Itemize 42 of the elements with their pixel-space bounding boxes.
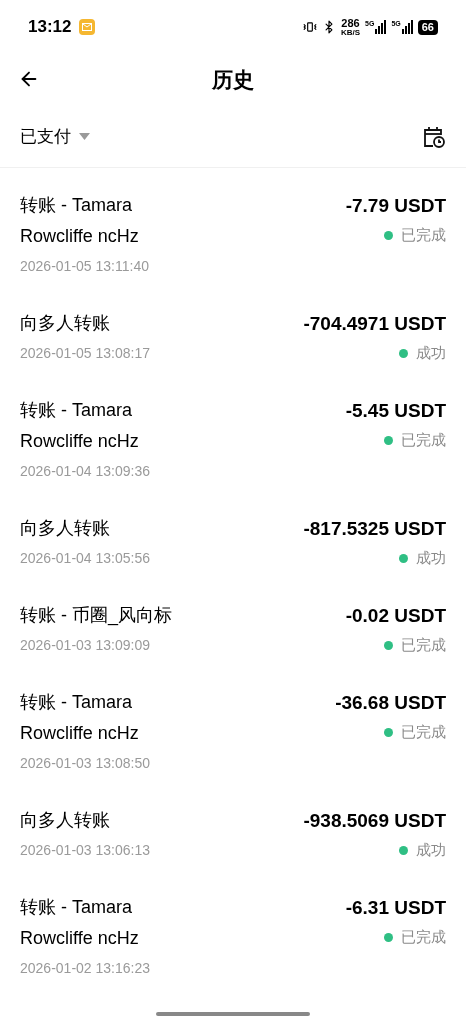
transaction-date: 2026-01-02 13:16:23 <box>20 959 151 978</box>
transaction-amount: -6.31 USDT <box>345 896 446 920</box>
transaction-title: 向多人转账 <box>20 809 111 832</box>
transaction-amount: -36.68 USDT <box>335 691 446 715</box>
transaction-amount: -817.5325 USDT <box>303 517 446 541</box>
transaction-amount: -938.5069 USDT <box>303 809 446 833</box>
filter-dropdown[interactable]: 已支付 <box>20 123 90 150</box>
transaction-status: 已完成 <box>401 430 446 450</box>
mail-icon <box>79 19 96 35</box>
transaction-title: 向多人转账 <box>20 312 111 335</box>
transaction-status: 成功 <box>416 548 446 568</box>
vibrate-icon <box>302 20 317 34</box>
transaction-title: 转账 - Tamara Rowcliffe ncHz <box>20 691 140 745</box>
transaction-date: 2026-01-03 13:06:13 <box>20 841 151 860</box>
transaction-status: 成功 <box>416 840 446 860</box>
transaction-title: 转账 - Tamara Rowcliffe ncHz <box>20 399 140 453</box>
transaction-status: 已完成 <box>401 225 446 245</box>
transaction-date: 2026-01-05 13:08:17 <box>20 344 151 363</box>
clock: 13:12 <box>28 16 72 39</box>
battery-icon: 66 <box>417 19 438 35</box>
speed-value: 286 <box>341 17 360 29</box>
transaction-status: 已完成 <box>401 927 446 947</box>
transaction-date: 2026-01-04 13:05:56 <box>20 549 151 568</box>
transaction-status: 成功 <box>416 343 446 363</box>
transaction-title: 向多人转账 <box>20 517 111 540</box>
transaction-date: 2026-01-03 13:09:09 <box>20 636 151 655</box>
transaction-amount: -0.02 USDT <box>345 604 446 628</box>
speed-unit: KB/S <box>340 28 361 37</box>
transaction-amount: -5.45 USDT <box>345 399 446 423</box>
transaction-title: 转账 - Tamara Rowcliffe ncHz <box>20 194 140 248</box>
transaction-amount: -704.4971 USDT <box>303 312 446 336</box>
page-title: 历史 <box>212 67 254 94</box>
transaction-date: 2026-01-04 13:09:36 <box>20 462 151 481</box>
calendar-button[interactable] <box>422 124 446 149</box>
transaction-title: 转账 - 币圈_风向标 <box>20 604 173 628</box>
transaction-date: 2026-01-03 13:08:50 <box>20 754 151 773</box>
transaction-status: 已完成 <box>401 635 446 655</box>
transaction-date: 2026-01-05 13:11:40 <box>20 257 150 276</box>
transaction-status: 已完成 <box>401 722 446 742</box>
transaction-title: 转账 - Tamara Rowcliffe ncHz <box>20 896 140 950</box>
transaction-amount: -7.79 USDT <box>345 194 446 218</box>
caret-icon <box>79 133 90 140</box>
